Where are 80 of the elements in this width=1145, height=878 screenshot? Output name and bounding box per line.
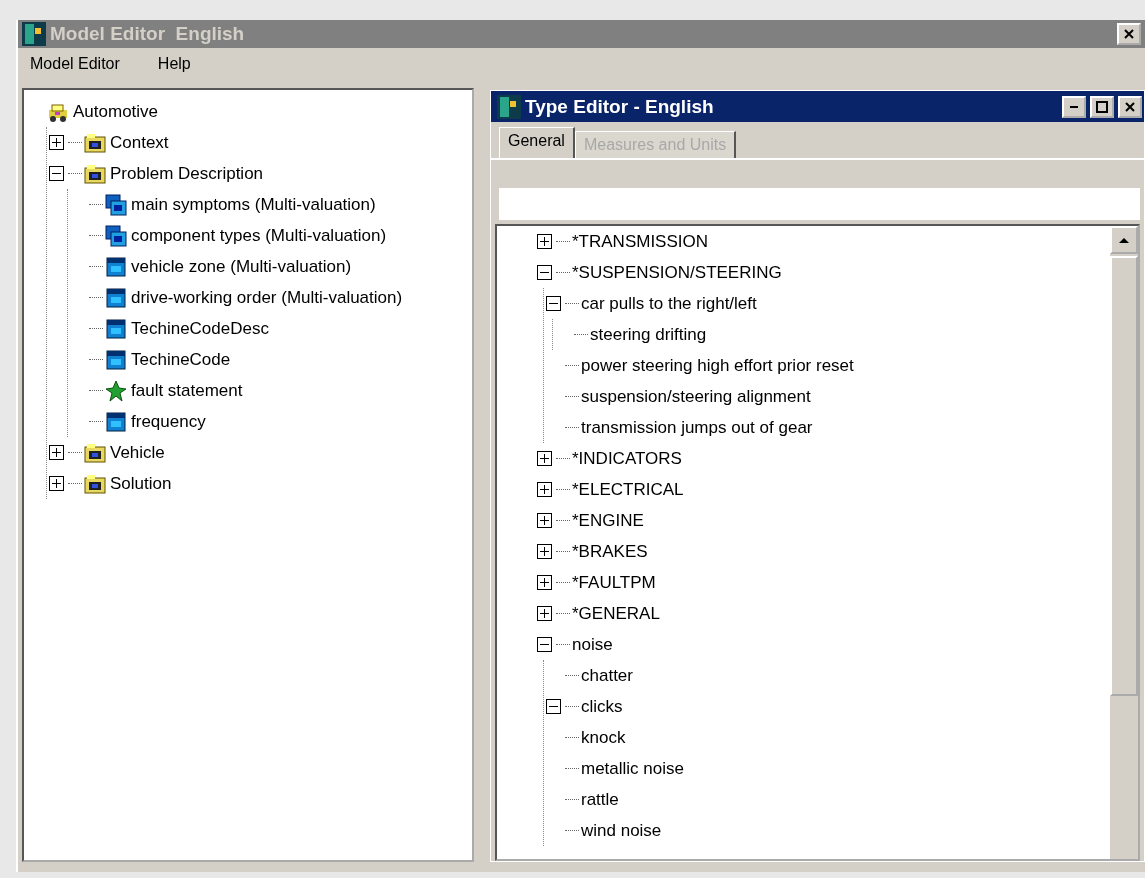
expand-toggle[interactable]: [49, 445, 64, 460]
tree-item[interactable]: Context: [110, 132, 169, 153]
window-title: Model Editor English: [50, 23, 246, 45]
tab[interactable]: General: [499, 127, 575, 158]
tree-item[interactable]: chatter: [581, 665, 633, 686]
tree-item[interactable]: suspension/steering alignment: [581, 386, 811, 407]
tree-item[interactable]: rattle: [581, 789, 619, 810]
tree-item[interactable]: Automotive: [73, 101, 159, 122]
stacked-windows-icon: [105, 224, 127, 247]
window-icon: [105, 410, 127, 433]
tree-item[interactable]: *ENGINE: [572, 510, 644, 531]
maximize-icon: [1095, 99, 1109, 114]
tree-item[interactable]: power steering high effort prior reset: [581, 355, 854, 376]
minimize-icon: [1070, 105, 1078, 108]
tree-item[interactable]: TechineCode: [131, 349, 231, 370]
folder-icon: [84, 162, 106, 185]
stacked-windows-icon: [105, 193, 127, 216]
tree-item[interactable]: fault statement: [131, 380, 243, 401]
star-icon: [105, 379, 127, 402]
tree-item[interactable]: vehicle zone (Multi-valuation): [131, 256, 352, 277]
expand-toggle[interactable]: [537, 234, 552, 249]
expand-toggle[interactable]: [49, 135, 64, 150]
tree-item[interactable]: metallic noise: [581, 758, 684, 779]
expand-toggle[interactable]: [49, 476, 64, 491]
scroll-up-button[interactable]: [1110, 226, 1138, 254]
close-button[interactable]: [1118, 95, 1142, 118]
tree-item[interactable]: *GENERAL: [572, 603, 660, 624]
tree-item[interactable]: wind noise: [581, 820, 662, 841]
tree-item[interactable]: Problem Description: [110, 163, 264, 184]
tree-item[interactable]: *TRANSMISSION: [572, 231, 709, 252]
collapse-toggle[interactable]: [546, 296, 561, 311]
tree-item[interactable]: *BRAKES: [572, 541, 648, 562]
up-arrow-icon: [1118, 236, 1130, 244]
close-button[interactable]: [1117, 23, 1141, 45]
close-icon: [1122, 27, 1136, 41]
folder-icon: [84, 441, 106, 464]
tree-item[interactable]: drive-working order (Multi-valuation): [131, 287, 403, 308]
expand-toggle[interactable]: [537, 575, 552, 590]
tree-item[interactable]: transmission jumps out of gear: [581, 417, 813, 438]
tree-item[interactable]: clicks: [581, 696, 623, 717]
scrollbar[interactable]: [1110, 226, 1138, 859]
tree-item[interactable]: steering drifting: [590, 324, 707, 345]
tree-item[interactable]: frequency: [131, 411, 206, 432]
window-title: Type Editor - English: [525, 95, 715, 118]
tree-item[interactable]: *FAULTPM: [572, 572, 656, 593]
collapse-toggle[interactable]: [49, 166, 64, 181]
window-icon: [105, 286, 127, 309]
tree-item[interactable]: *ELECTRICAL: [572, 479, 684, 500]
tree-item[interactable]: *INDICATORS: [572, 448, 682, 469]
collapse-toggle[interactable]: [537, 637, 552, 652]
window-icon: [105, 348, 127, 371]
folder-icon: [84, 131, 106, 154]
tree-item[interactable]: *SUSPENSION/STEERING: [572, 262, 782, 283]
app-icon: [497, 94, 521, 119]
window-icon: [105, 317, 127, 340]
expand-toggle[interactable]: [537, 451, 552, 466]
maximize-button[interactable]: [1090, 95, 1114, 118]
expand-toggle[interactable]: [537, 544, 552, 559]
tree-item[interactable]: knock: [581, 727, 626, 748]
input-field[interactable]: [499, 188, 1140, 220]
tree-item[interactable]: car pulls to the right/left: [581, 293, 757, 314]
tree-item[interactable]: main symptoms (Multi-valuation): [131, 194, 376, 215]
tree-item[interactable]: noise: [572, 634, 613, 655]
folder-icon: [84, 472, 106, 495]
close-icon: [1123, 99, 1137, 114]
collapse-toggle[interactable]: [546, 699, 561, 714]
tree-item[interactable]: Solution: [110, 473, 172, 494]
expand-toggle[interactable]: [537, 482, 552, 497]
collapse-toggle[interactable]: [537, 265, 552, 280]
tree-item[interactable]: TechineCodeDesc: [131, 318, 269, 339]
app-icon: [22, 22, 46, 46]
tree-item[interactable]: component types (Multi-valuation): [131, 225, 387, 246]
tree-item[interactable]: Vehicle: [110, 442, 165, 463]
expand-toggle[interactable]: [537, 513, 552, 528]
menu-item[interactable]: Help: [157, 55, 191, 73]
minimize-button[interactable]: [1062, 95, 1086, 118]
expand-toggle[interactable]: [537, 606, 552, 621]
scroll-thumb[interactable]: [1110, 256, 1138, 696]
window-icon: [105, 255, 127, 278]
menu-item[interactable]: Model Editor: [30, 55, 120, 73]
